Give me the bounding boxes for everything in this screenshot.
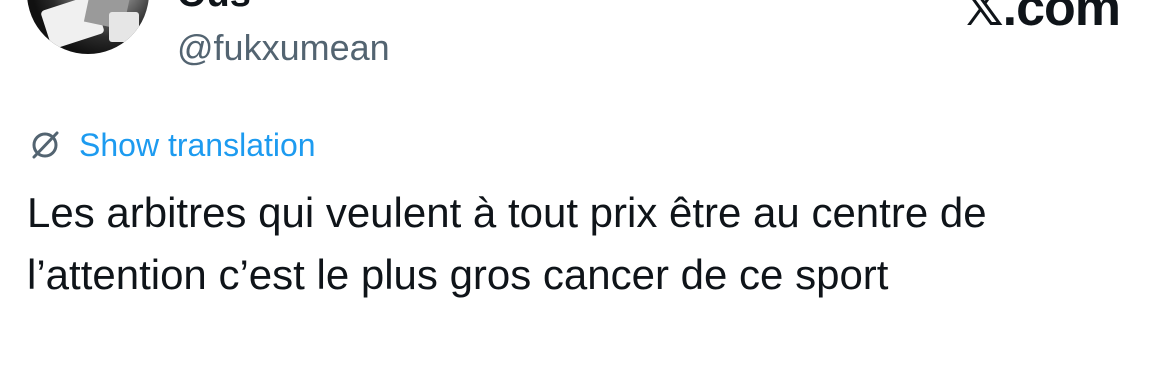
avatar[interactable] [27,0,149,54]
show-translation-label: Show translation [79,127,316,163]
tweet-card: Ous @fukxumean 𝕏.com Show translation Le… [0,0,1170,389]
author-display-name[interactable]: Ous [177,0,251,16]
tweet-text-line: Les arbitres qui veulent à tout prix êtr… [27,189,987,236]
no-translate-icon [27,127,63,163]
show-translation-button[interactable]: Show translation [27,122,316,168]
tweet-text: Les arbitres qui veulent à tout prix êtr… [27,182,1147,306]
x-logo: 𝕏.com [961,0,1121,37]
tweet-text-line: l’attention c’est le plus gros cancer de… [27,251,889,298]
avatar-photo-detail [109,12,139,42]
author-handle[interactable]: @fukxumean [177,26,390,70]
